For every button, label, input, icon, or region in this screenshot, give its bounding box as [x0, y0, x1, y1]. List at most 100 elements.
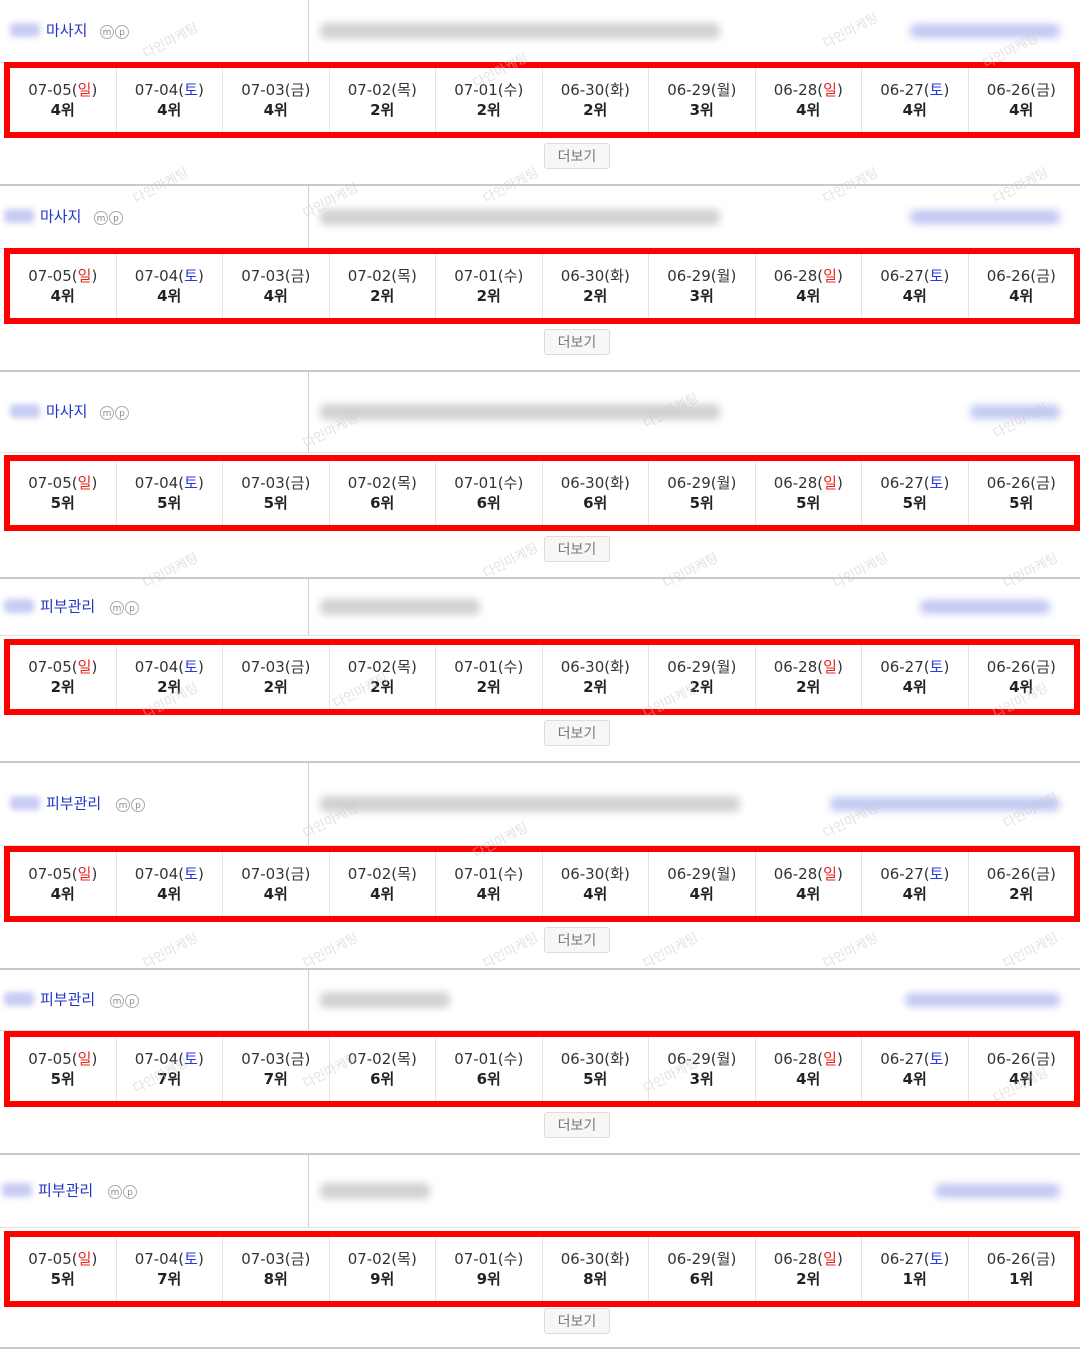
- keyword-cell: 피부관리 m p: [0, 970, 309, 1030]
- mobile-icon[interactable]: m: [116, 798, 130, 812]
- pc-icon[interactable]: p: [115, 25, 129, 39]
- paren-close: ): [836, 81, 843, 99]
- keyword-cell: 마사지 m p: [0, 0, 309, 62]
- date-text: 07-05: [28, 267, 72, 285]
- rank-cell: 06-30(화) 2위: [543, 254, 649, 318]
- rank-value: 3위: [689, 1070, 714, 1088]
- weekday-text: 목: [397, 865, 411, 883]
- mobile-icon[interactable]: m: [94, 211, 108, 225]
- keyword-link[interactable]: 마사지: [46, 19, 87, 40]
- mobile-icon[interactable]: m: [100, 406, 114, 420]
- rank-value: 4위: [50, 287, 75, 305]
- paren-close: ): [1049, 658, 1056, 676]
- pc-icon[interactable]: p: [131, 798, 145, 812]
- keyword-link[interactable]: 피부관리: [38, 1179, 93, 1200]
- rank-date: 06-30(화): [561, 80, 630, 100]
- keyword-link[interactable]: 피부관리: [40, 988, 95, 1009]
- paren-close: ): [517, 81, 524, 99]
- paren-close: ): [836, 1050, 843, 1068]
- keyword-link[interactable]: 마사지: [40, 205, 81, 226]
- more-button[interactable]: 더보기: [544, 1308, 610, 1334]
- pc-icon[interactable]: p: [125, 994, 139, 1008]
- mobile-icon[interactable]: m: [108, 1185, 122, 1199]
- rank-cell: 07-05(일) 4위: [10, 254, 117, 318]
- weekday-text: 금: [290, 1050, 305, 1068]
- rank-value: 4위: [157, 101, 182, 119]
- more-button[interactable]: 더보기: [544, 1112, 610, 1138]
- rank-date: 06-29(월): [667, 1049, 736, 1069]
- weekday-text: 일: [823, 474, 837, 492]
- date-text: 06-28: [773, 1050, 818, 1068]
- date-text: 06-27: [880, 1250, 924, 1268]
- paren-close: ): [623, 267, 630, 285]
- date-text: 07-05: [28, 1250, 72, 1268]
- weekday-text: 토: [184, 267, 198, 285]
- weekday-text: 토: [184, 81, 198, 99]
- date-text: 07-03: [241, 865, 285, 883]
- rank-cell: 06-27(토) 4위: [862, 254, 969, 318]
- more-button[interactable]: 더보기: [544, 720, 610, 746]
- pc-icon[interactable]: p: [125, 601, 139, 615]
- rank-value: 2위: [583, 101, 608, 119]
- rank-cell: 06-27(토) 4위: [862, 68, 969, 132]
- rank-value: 4위: [1009, 678, 1034, 696]
- weekday-text: 목: [397, 474, 411, 492]
- paren-close: ): [91, 1050, 98, 1068]
- rank-cell: 06-29(월) 2위: [649, 645, 756, 709]
- mobile-icon[interactable]: m: [100, 25, 114, 39]
- mobile-icon[interactable]: m: [110, 601, 124, 615]
- rank-value: 3위: [689, 101, 714, 119]
- date-text: 07-03: [241, 1250, 285, 1268]
- date-text: 06-28: [773, 658, 818, 676]
- rank-date: 07-03(금): [241, 864, 310, 884]
- more-button[interactable]: 더보기: [544, 143, 610, 169]
- keyword-link[interactable]: 피부관리: [40, 595, 95, 616]
- paren-close: ): [623, 474, 630, 492]
- rank-cell: 07-02(목) 2위: [330, 254, 436, 318]
- rank-date: 06-27(토): [880, 657, 949, 677]
- weekday-text: 토: [929, 1250, 944, 1268]
- weekday-text: 화: [610, 1250, 624, 1268]
- paren-close: ): [304, 474, 311, 492]
- more-button[interactable]: 더보기: [544, 329, 610, 355]
- paren-close: ): [91, 1250, 98, 1268]
- more-button[interactable]: 더보기: [544, 536, 610, 562]
- weekday-text: 금: [1036, 1250, 1050, 1268]
- paren-close: ): [943, 1050, 950, 1068]
- paren-close: ): [623, 865, 630, 883]
- pc-icon[interactable]: p: [123, 1185, 137, 1199]
- pc-icon[interactable]: p: [109, 211, 123, 225]
- weekday-text: 금: [1036, 474, 1050, 492]
- result-header-row: 마사지 m p: [0, 186, 1080, 249]
- mobile-icon[interactable]: m: [110, 994, 124, 1008]
- rank-date: 07-05(일): [28, 1249, 97, 1269]
- rank-cell: 07-01(수) 6위: [436, 1037, 543, 1101]
- rank-value: 4위: [370, 885, 395, 903]
- paren-close: ): [304, 1250, 311, 1268]
- rank-date: 07-03(금): [241, 80, 310, 100]
- rank-date: 06-26(금): [987, 473, 1056, 493]
- keyword-link[interactable]: 마사지: [46, 400, 87, 421]
- rank-value: 6위: [689, 1270, 714, 1288]
- rank-cell: 06-26(금) 4위: [969, 645, 1075, 709]
- rank-value: 4위: [902, 1070, 927, 1088]
- rank-cell: 07-05(일) 4위: [10, 68, 117, 132]
- rank-cell: 07-05(일) 5위: [10, 1037, 117, 1101]
- date-text: 07-04: [134, 267, 179, 285]
- rank-date: 07-05(일): [28, 864, 97, 884]
- rank-cell: 06-27(토) 4위: [862, 1037, 969, 1101]
- paren-close: ): [197, 865, 204, 883]
- rank-date: 06-29(월): [667, 80, 736, 100]
- rank-value: 2위: [370, 287, 395, 305]
- mobile-pc-icons: mp: [100, 406, 129, 420]
- rank-cell: 06-26(금) 4위: [969, 1037, 1075, 1101]
- date-text: 06-29: [667, 474, 711, 492]
- redacted-url: [320, 23, 720, 39]
- rank-value: 2위: [583, 287, 608, 305]
- pc-icon[interactable]: p: [115, 406, 129, 420]
- more-button[interactable]: 더보기: [544, 927, 610, 953]
- rank-cell: 06-29(월) 3위: [649, 1037, 756, 1101]
- rank-date: 06-29(월): [667, 657, 736, 677]
- weekday-text: 목: [397, 1050, 411, 1068]
- keyword-link[interactable]: 피부관리: [46, 792, 101, 813]
